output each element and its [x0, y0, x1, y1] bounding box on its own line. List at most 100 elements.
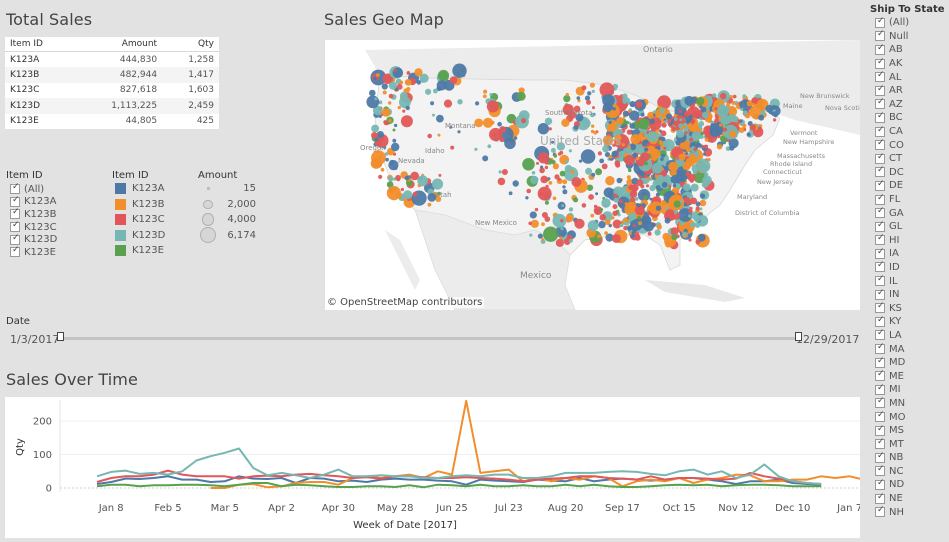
map-sales-mark[interactable] [541, 212, 548, 218]
checkbox-checked-icon[interactable] [875, 369, 885, 382]
map-sales-mark[interactable] [587, 91, 592, 96]
map-sales-mark[interactable] [378, 155, 383, 159]
map-sales-mark[interactable] [399, 80, 404, 85]
map-sales-mark[interactable] [598, 220, 606, 229]
map-sales-mark[interactable] [568, 238, 573, 243]
map-sales-mark[interactable] [704, 138, 709, 142]
map-sales-mark[interactable] [689, 137, 694, 142]
map-sales-mark[interactable] [382, 90, 387, 95]
state-filter-option[interactable]: HI [875, 233, 949, 248]
map-sales-mark[interactable] [388, 93, 394, 99]
column-header-amount[interactable]: Amount [73, 37, 163, 52]
map-sales-mark[interactable] [611, 150, 618, 158]
map-sales-mark[interactable] [406, 71, 411, 75]
map-sales-mark[interactable] [591, 124, 595, 128]
map-sales-mark[interactable] [516, 91, 526, 101]
map-sales-mark[interactable] [659, 108, 665, 114]
map-sales-mark[interactable] [696, 97, 705, 106]
map-sales-mark[interactable] [497, 121, 502, 127]
map-sales-mark[interactable] [529, 233, 533, 237]
map-sales-mark[interactable] [697, 143, 702, 148]
state-filter-option[interactable]: KY [875, 315, 949, 329]
map-sales-mark[interactable] [643, 221, 654, 232]
map-sales-mark[interactable] [430, 101, 435, 106]
map-sales-mark[interactable] [746, 132, 751, 137]
table-row[interactable]: K123B 482,944 1,417 [5, 67, 219, 83]
map-sales-mark[interactable] [643, 195, 648, 200]
map-sales-mark[interactable] [663, 120, 668, 124]
map-sales-mark[interactable] [388, 176, 394, 182]
column-header-item-id[interactable]: Item ID [5, 37, 74, 52]
map-sales-mark[interactable] [626, 129, 632, 135]
map-sales-mark[interactable] [474, 118, 484, 128]
map-sales-mark[interactable] [537, 233, 543, 239]
map-sales-mark[interactable] [731, 107, 736, 112]
state-filter-option[interactable]: KS [875, 301, 949, 315]
state-filter-option[interactable]: MT [875, 437, 949, 451]
sales-over-time-chart[interactable]: 0 100 200 Jan 8 Feb 5 Mar 5 Apr 2 Apr 30 May 28… [5, 397, 907, 538]
map-sales-mark[interactable] [483, 89, 488, 94]
map-sales-mark[interactable] [580, 149, 596, 164]
map-sales-mark[interactable] [571, 177, 582, 187]
checkbox-checked-icon[interactable] [875, 451, 885, 463]
checkbox-checked-icon[interactable] [10, 207, 20, 220]
map-sales-mark[interactable] [691, 121, 695, 125]
state-filter-option[interactable]: CO [875, 138, 949, 152]
map-sales-mark[interactable] [589, 82, 595, 88]
map-sales-mark[interactable] [704, 144, 709, 149]
state-filter-option[interactable]: AB [875, 43, 949, 57]
map-sales-mark[interactable] [438, 173, 442, 177]
map-sales-mark[interactable] [703, 152, 706, 156]
state-filter-option[interactable]: MD [875, 356, 949, 370]
map-sales-mark[interactable] [498, 170, 502, 174]
map-sales-mark[interactable] [701, 181, 709, 188]
map-sales-mark[interactable] [618, 199, 623, 204]
map-sales-mark[interactable] [742, 94, 747, 99]
map-sales-mark[interactable] [406, 87, 411, 91]
map-sales-mark[interactable] [397, 105, 401, 110]
map-sales-mark[interactable] [628, 212, 637, 221]
map-sales-mark[interactable] [544, 200, 549, 205]
map-sales-mark[interactable] [690, 183, 699, 192]
state-filter-option[interactable]: MO [875, 410, 949, 424]
map-sales-mark[interactable] [699, 105, 703, 109]
map-sales-mark[interactable] [712, 93, 717, 98]
state-filter-option[interactable]: FL [875, 193, 949, 207]
checkbox-checked-icon[interactable] [10, 233, 20, 245]
map-sales-mark[interactable] [548, 127, 552, 131]
state-filter-option[interactable]: ID [875, 260, 949, 275]
map-sales-mark[interactable] [638, 132, 643, 138]
state-filter-option[interactable]: GL [875, 220, 949, 234]
map-sales-mark[interactable] [388, 101, 392, 105]
map-sales-mark[interactable] [553, 154, 558, 158]
map-sales-mark[interactable] [723, 127, 728, 132]
state-filter-option[interactable]: IN [875, 288, 949, 302]
map-sales-mark[interactable] [543, 226, 559, 242]
map-sales-mark[interactable] [622, 99, 628, 104]
map-sales-mark[interactable] [665, 209, 675, 219]
map-sales-mark[interactable] [559, 150, 564, 155]
state-filter-option[interactable]: NE [875, 492, 949, 506]
map-sales-mark[interactable] [561, 204, 565, 208]
map-sales-mark[interactable] [696, 158, 711, 173]
checkbox-checked-icon[interactable] [875, 233, 885, 246]
map-sales-mark[interactable] [419, 73, 429, 83]
map-sales-mark[interactable] [592, 106, 595, 110]
map-sales-mark[interactable] [644, 174, 648, 179]
map-sales-mark[interactable] [637, 203, 641, 208]
map-sales-mark[interactable] [647, 131, 658, 142]
map-sales-mark[interactable] [530, 175, 539, 184]
map-sales-mark[interactable] [432, 113, 435, 117]
map-sales-mark[interactable] [671, 126, 676, 132]
map-sales-mark[interactable] [619, 223, 623, 227]
map-sales-mark[interactable] [550, 147, 556, 153]
checkbox-checked-icon[interactable] [875, 29, 885, 42]
map-sales-mark[interactable] [651, 162, 663, 174]
map-sales-mark[interactable] [658, 136, 663, 140]
map-sales-mark[interactable] [376, 73, 380, 77]
state-filter-option[interactable]: NH [875, 505, 949, 519]
map-sales-mark[interactable] [693, 214, 701, 223]
map-sales-mark[interactable] [526, 188, 531, 194]
checkbox-checked-icon[interactable] [875, 70, 885, 83]
map-sales-mark[interactable] [654, 229, 661, 236]
